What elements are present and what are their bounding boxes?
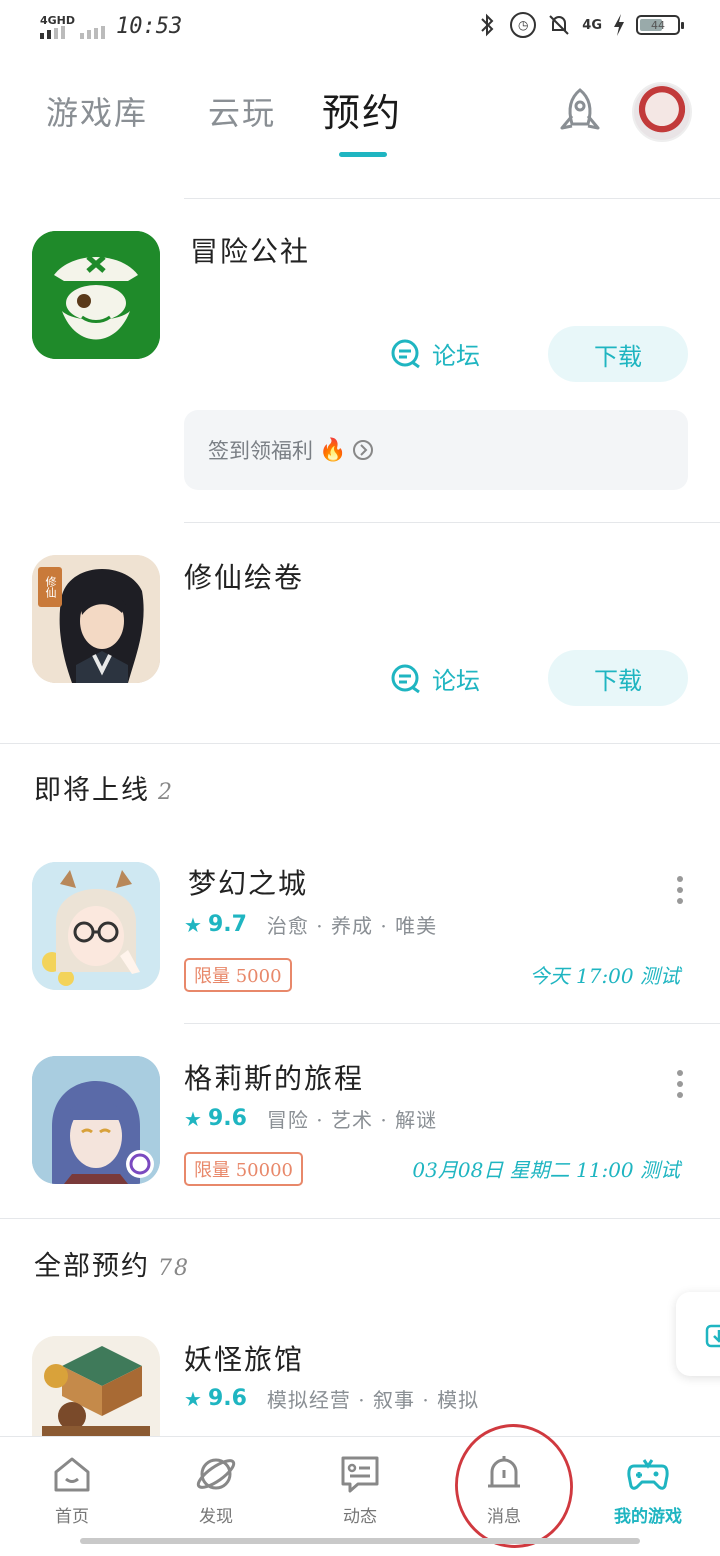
- rating-score: 9.6: [207, 1106, 247, 1131]
- star-icon: ★: [184, 912, 202, 937]
- tab-game-library[interactable]: 游戏库: [46, 88, 148, 134]
- section-title-text: 全部预约: [34, 1251, 150, 1282]
- avatar[interactable]: [632, 82, 692, 142]
- anime-girl-icon: [32, 862, 160, 990]
- bluetooth-icon: [481, 13, 494, 37]
- app-icon-xiuxian[interactable]: 修仙: [32, 555, 160, 683]
- nav-feed[interactable]: 动态: [310, 1452, 410, 1527]
- app-title[interactable]: 梦幻之城: [188, 862, 308, 902]
- pirate-captain-icon: [32, 231, 160, 359]
- mute-bell-icon: [549, 15, 569, 35]
- limit-badge: 限量 50000: [184, 1152, 303, 1186]
- chevron-right-circle-icon: [353, 440, 374, 460]
- divider: [184, 522, 720, 523]
- app-title[interactable]: 格莉斯的旅程: [184, 1057, 364, 1097]
- floating-download-button[interactable]: [676, 1292, 720, 1376]
- limit-badge: 限量 5000: [184, 958, 292, 992]
- genre-tags: 模拟经营 · 叙事 · 模拟: [266, 1388, 480, 1412]
- forum-link[interactable]: 论坛: [390, 336, 480, 371]
- signin-text: 签到领福利: [208, 439, 313, 463]
- nav-label: 动态: [343, 1507, 377, 1527]
- rating-score: 9.6: [207, 1386, 247, 1411]
- rocket-icon[interactable]: [552, 86, 608, 138]
- genre-tags: 冒险 · 艺术 · 解谜: [266, 1108, 438, 1132]
- signal-4g-label: 4G: [582, 17, 602, 33]
- signal-strength-icon: [40, 26, 65, 39]
- fire-icon: 🔥: [319, 437, 347, 463]
- clock: 10:53: [116, 14, 183, 39]
- app-title[interactable]: 冒险公社: [190, 230, 310, 270]
- forum-label: 论坛: [432, 342, 480, 370]
- alarm-icon: ◷: [510, 12, 537, 38]
- app-icon-dream-city[interactable]: [32, 862, 160, 990]
- tab-reservations[interactable]: 预约: [322, 82, 402, 137]
- battery-icon: 44: [636, 15, 684, 35]
- app-title[interactable]: 妖怪旅馆: [184, 1338, 304, 1378]
- status-icons: ◷ 4G 44: [474, 12, 684, 38]
- status-bar: 4GHD 10:53 ◷ 4G 44: [0, 0, 720, 56]
- app-icon-yokai-inn[interactable]: [32, 1336, 160, 1436]
- tab-cloud-play[interactable]: 云玩: [208, 88, 276, 134]
- forum-link[interactable]: 论坛: [390, 661, 480, 696]
- active-tab-indicator: [339, 152, 387, 157]
- test-time: 今天 17:00 测试: [529, 964, 680, 988]
- gris-girl-icon: [32, 1056, 160, 1184]
- test-time: 03月08日 星期二 11:00 测试: [412, 1158, 680, 1182]
- app-icon-adventure-club[interactable]: [32, 231, 160, 359]
- nav-label: 首页: [55, 1507, 89, 1527]
- nav-my-games[interactable]: 我的游戏: [598, 1452, 698, 1527]
- nav-label: 我的游戏: [614, 1507, 682, 1527]
- home-icon: [54, 1457, 90, 1492]
- home-indicator: [80, 1538, 640, 1544]
- nav-discover[interactable]: 发现: [166, 1452, 266, 1527]
- nav-label: 发现: [199, 1507, 233, 1527]
- genre-tags: 治愈 · 养成 · 唯美: [266, 914, 438, 938]
- section-title-all: 全部预约 78: [34, 1244, 190, 1283]
- planet-icon: [196, 1458, 236, 1490]
- signin-rewards-banner[interactable]: 签到领福利 🔥: [184, 410, 688, 490]
- gamepad-icon: [627, 1459, 669, 1490]
- rating-row: ★ 9.6 模拟经营 · 叙事 · 模拟: [184, 1384, 479, 1413]
- app-title[interactable]: 修仙绘卷: [184, 556, 304, 596]
- app-icon-gris[interactable]: [32, 1056, 160, 1184]
- forum-icon: [391, 339, 420, 368]
- section-title-text: 即将上线: [34, 775, 150, 806]
- more-options-icon[interactable]: [676, 1070, 684, 1098]
- charging-icon: [614, 14, 624, 36]
- section-count: 78: [158, 1256, 190, 1281]
- download-button[interactable]: 下载: [548, 650, 688, 706]
- inn-building-icon: [32, 1336, 160, 1436]
- more-options-icon[interactable]: [676, 876, 684, 904]
- nav-home[interactable]: 首页: [22, 1452, 122, 1527]
- section-divider: [0, 743, 720, 744]
- signal-strength-2-icon: [80, 26, 105, 39]
- forum-label: 论坛: [432, 667, 480, 695]
- section-divider: [0, 1218, 720, 1219]
- rating-score: 9.7: [207, 912, 247, 937]
- rating-row: ★ 9.6 冒险 · 艺术 · 解谜: [184, 1104, 437, 1133]
- chat-card-icon: [341, 1456, 379, 1493]
- download-manager-icon: [705, 1324, 720, 1348]
- divider: [184, 198, 720, 199]
- app-icon-badge: 修仙: [38, 567, 62, 607]
- section-title-upcoming: 即将上线 2: [34, 768, 174, 807]
- star-icon: ★: [184, 1106, 202, 1131]
- star-icon: ★: [184, 1386, 202, 1411]
- section-count: 2: [158, 780, 174, 805]
- rating-row: ★ 9.7 治愈 · 养成 · 唯美: [184, 910, 437, 939]
- forum-icon: [391, 664, 420, 693]
- divider: [184, 1023, 720, 1024]
- battery-level: 44: [651, 18, 665, 32]
- download-button[interactable]: 下载: [548, 326, 688, 382]
